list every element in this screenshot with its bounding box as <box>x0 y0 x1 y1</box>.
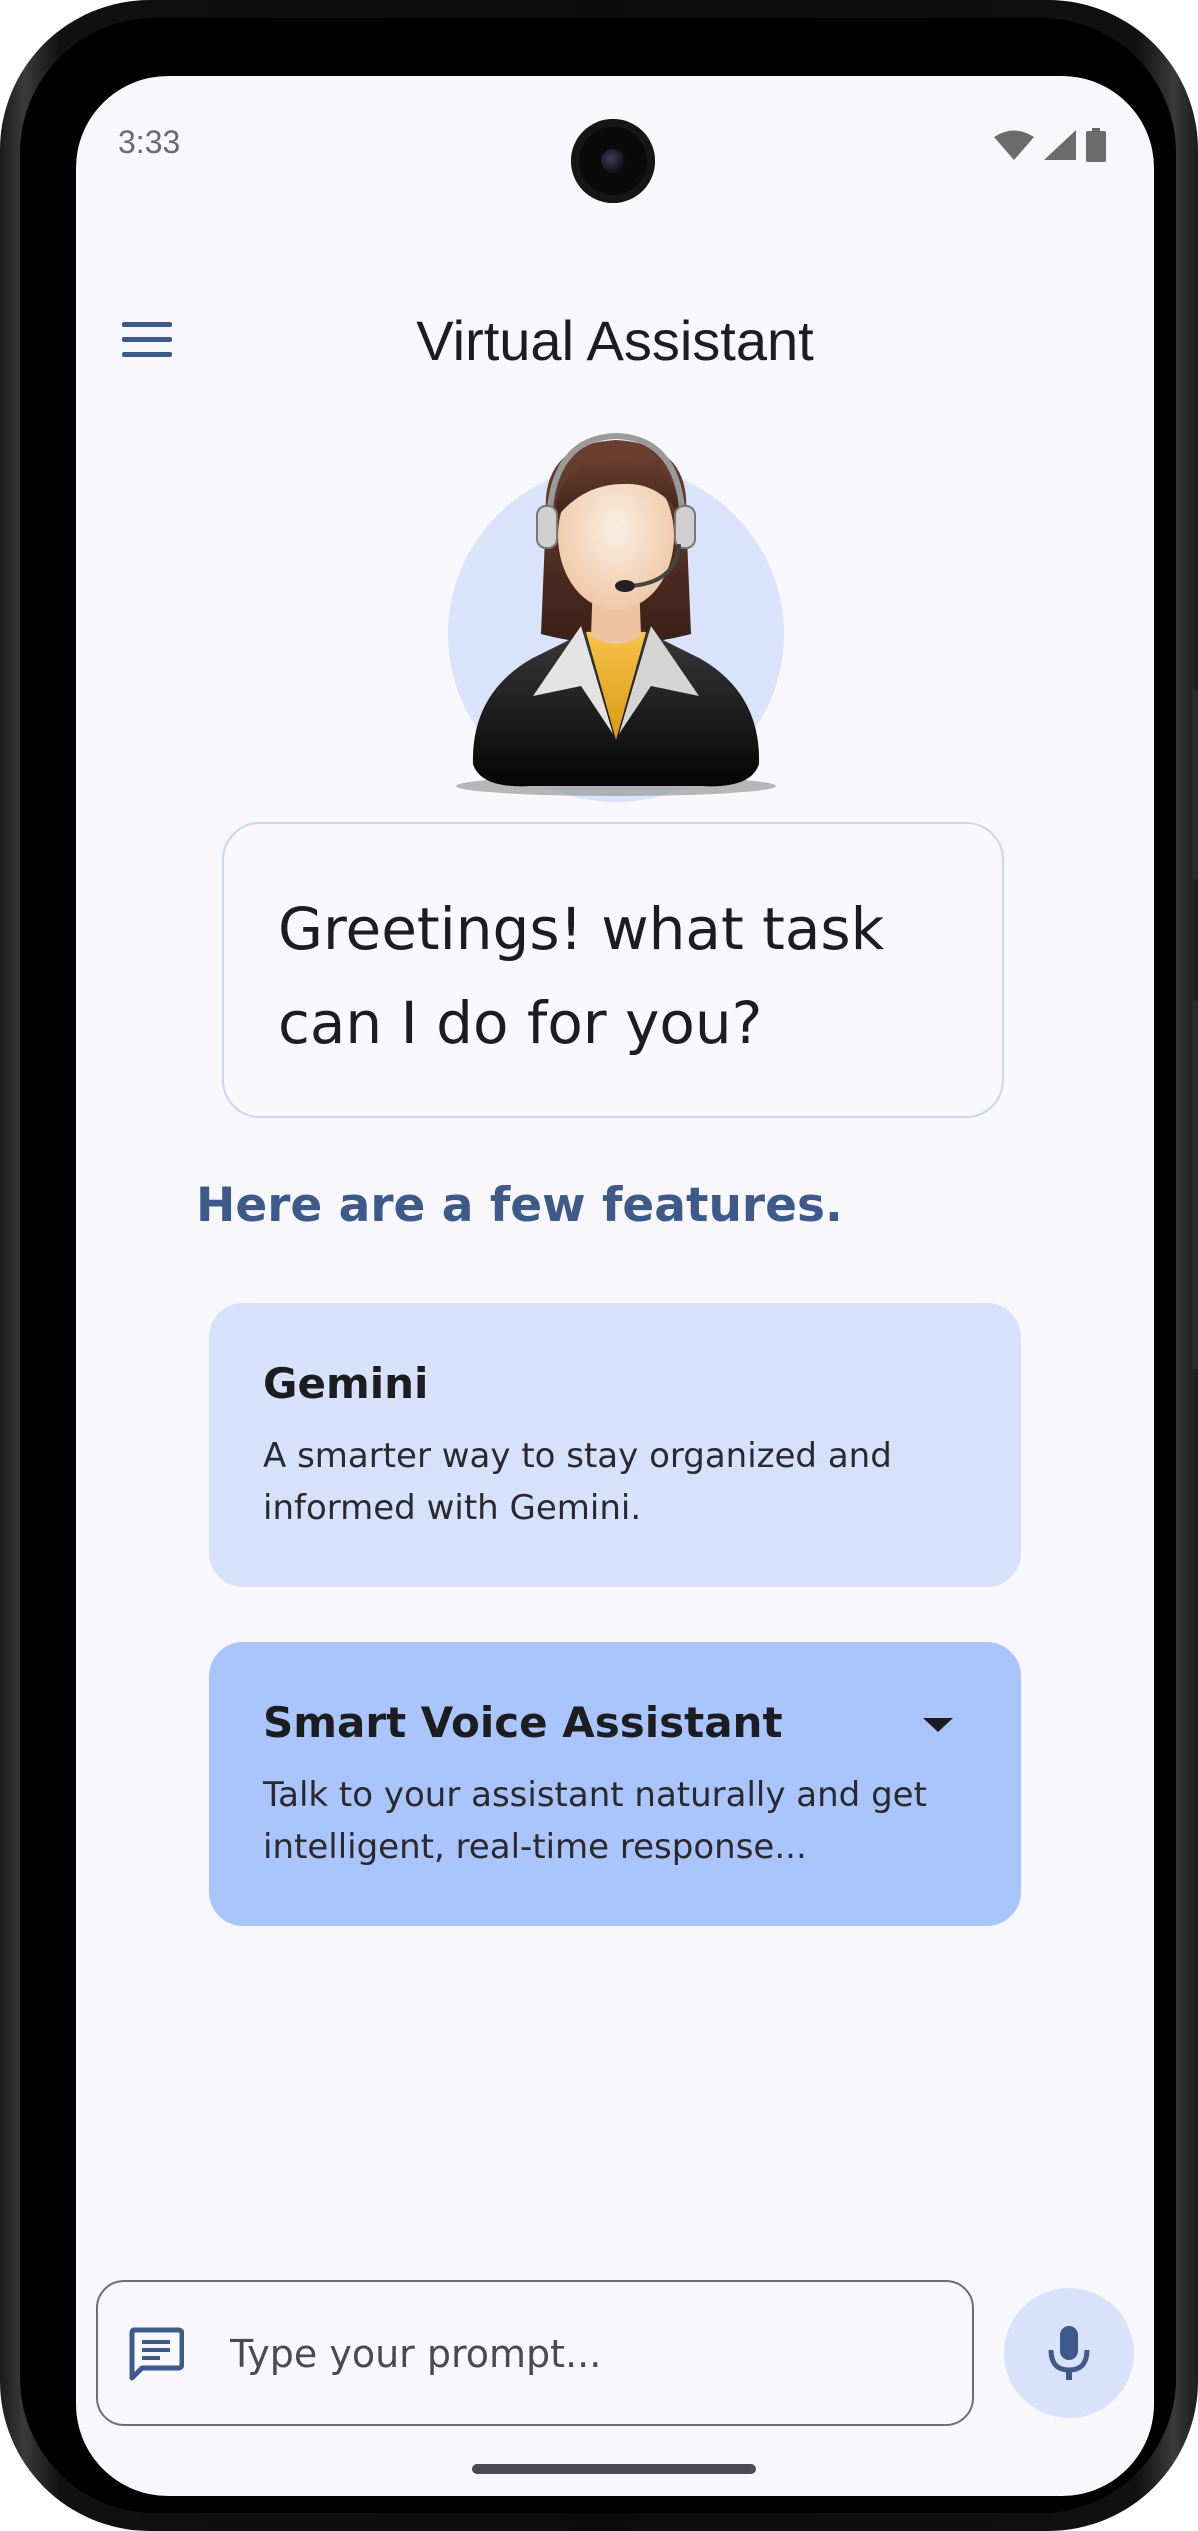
front-camera <box>571 119 655 203</box>
phone-bezel: 3:33 Virtual Assistant Greetings! what t… <box>20 18 1176 2513</box>
status-icons <box>994 128 1106 162</box>
microphone-icon <box>1048 2326 1090 2380</box>
dropdown-arrow-icon[interactable] <box>923 1718 953 1732</box>
volume-button <box>1192 690 1198 880</box>
assistant-avatar <box>448 432 784 802</box>
prompt-input[interactable] <box>228 2322 932 2386</box>
features-heading: Here are a few features. <box>196 1178 843 1233</box>
feature-card-smart-voice-assistant[interactable]: Smart Voice Assistant Talk to your assis… <box>209 1642 1021 1926</box>
greeting-text: Greetings! what task can I do for you? <box>278 895 885 1057</box>
page-title: Virtual Assistant <box>416 309 814 372</box>
feature-card-title: Gemini <box>263 1359 429 1408</box>
battery-icon <box>1086 128 1106 162</box>
feature-card-description: Talk to your assistant naturally and get… <box>263 1775 927 1867</box>
power-button <box>1192 1000 1198 1370</box>
feature-card-gemini[interactable]: Gemini A smarter way to stay organized a… <box>209 1303 1021 1587</box>
cellular-signal-icon <box>1044 130 1076 160</box>
home-indicator[interactable] <box>472 2464 756 2474</box>
microphone-button[interactable] <box>1004 2288 1134 2418</box>
feature-card-description: A smarter way to stay organized and info… <box>263 1436 892 1528</box>
feature-card-title: Smart Voice Assistant <box>263 1698 783 1747</box>
prompt-field[interactable] <box>96 2280 974 2426</box>
status-time: 3:33 <box>118 124 181 160</box>
phone-frame: 3:33 Virtual Assistant Greetings! what t… <box>0 0 1198 2531</box>
wifi-icon <box>994 130 1034 160</box>
greeting-bubble: Greetings! what task can I do for you? <box>222 822 1004 1118</box>
screen: 3:33 Virtual Assistant Greetings! what t… <box>76 76 1154 2496</box>
chat-icon <box>129 2327 184 2381</box>
